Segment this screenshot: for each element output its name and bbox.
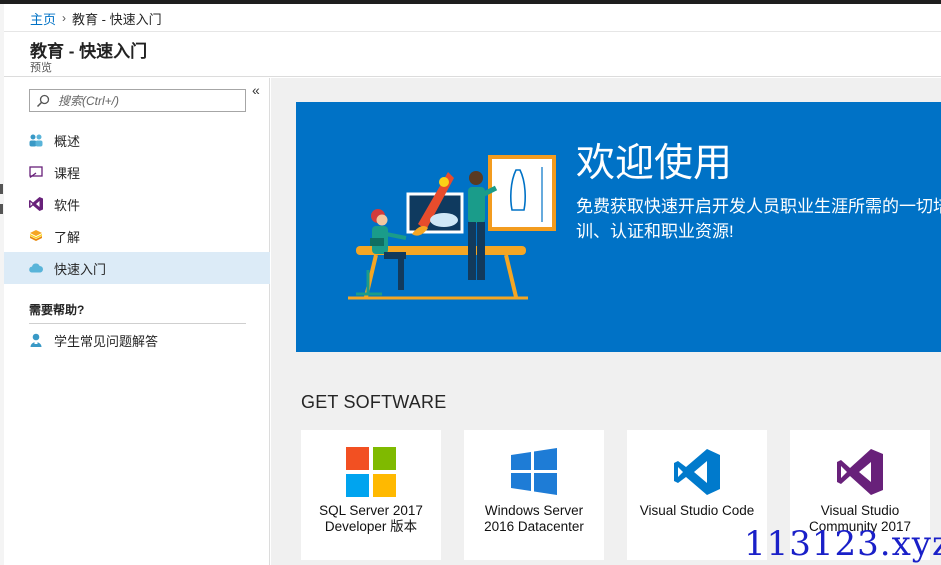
people-icon bbox=[28, 132, 44, 148]
visual-studio-logo-icon bbox=[837, 449, 883, 495]
software-card-line1: Visual Studio Code bbox=[639, 503, 755, 518]
sidebar-item-label: 软件 bbox=[54, 197, 81, 213]
edge-marker bbox=[0, 184, 3, 194]
software-card-windows-server[interactable]: Windows Server 2016 Datacenter bbox=[464, 430, 604, 560]
main-content: 欢迎使用 免费获取快速开启开发人员职业生涯所需的一切培训、认证和职业资源! GE… bbox=[271, 78, 941, 565]
sidebar-item-overview[interactable]: 概述 bbox=[4, 124, 270, 156]
developer-illustration bbox=[348, 155, 556, 300]
sidebar-item-quickstart[interactable]: 快速入门 bbox=[4, 252, 270, 284]
software-card-line1: Windows Server bbox=[484, 503, 584, 518]
user-help-icon bbox=[28, 332, 44, 348]
top-frame-bar bbox=[0, 0, 941, 4]
breadcrumb: 主页 › 教育 - 快速入门 bbox=[30, 9, 162, 28]
sql-server-logo-icon bbox=[346, 447, 396, 497]
page-subtitle: 预览 bbox=[30, 62, 52, 74]
software-card-label: SQL Server 2017 Developer 版本 bbox=[305, 503, 437, 535]
software-card-label: Windows Server 2016 Datacenter bbox=[468, 503, 600, 535]
breadcrumb-separator: › bbox=[62, 11, 67, 25]
book-stack-icon bbox=[28, 228, 44, 244]
software-card-line1: Visual Studio bbox=[820, 503, 900, 518]
sidebar: « 概述 课程 软件 了解 bbox=[4, 78, 270, 565]
sidebar-item-label: 了解 bbox=[54, 229, 81, 245]
sidebar-item-learn[interactable]: 了解 bbox=[4, 220, 270, 252]
sidebar-item-software[interactable]: 软件 bbox=[4, 188, 270, 220]
windows-logo-icon bbox=[511, 448, 557, 495]
breadcrumb-home-link[interactable]: 主页 bbox=[30, 9, 56, 28]
software-card-label: Visual Studio Code bbox=[631, 503, 763, 519]
blade-header: 教育 - 快速入门 预览 bbox=[4, 31, 941, 77]
watermark-text: 113123.xyz bbox=[744, 524, 941, 564]
collapse-sidebar-icon[interactable]: « bbox=[252, 82, 260, 98]
banner-title: 欢迎使用 bbox=[576, 142, 733, 185]
visual-studio-icon bbox=[28, 196, 44, 212]
software-card-sql-server[interactable]: SQL Server 2017 Developer 版本 bbox=[301, 430, 441, 560]
sidebar-nav: 概述 课程 软件 了解 快速入门 bbox=[4, 124, 270, 284]
sidebar-item-courses[interactable]: 课程 bbox=[4, 156, 270, 188]
search-icon bbox=[36, 94, 50, 107]
sidebar-item-label: 快速入门 bbox=[54, 261, 107, 277]
edge-marker bbox=[0, 204, 3, 214]
welcome-banner: 欢迎使用 免费获取快速开启开发人员职业生涯所需的一切培训、认证和职业资源! bbox=[296, 102, 941, 352]
cloud-icon bbox=[28, 260, 44, 276]
banner-description: 免费获取快速开启开发人员职业生涯所需的一切培训、认证和职业资源! bbox=[576, 197, 941, 241]
software-card-line2: 2016 Datacenter bbox=[484, 519, 584, 534]
software-card-line1: SQL Server 2017 bbox=[319, 503, 423, 518]
help-nav: 学生常见问题解答 bbox=[4, 324, 270, 356]
sidebar-item-label: 概述 bbox=[54, 133, 81, 149]
search-input[interactable] bbox=[58, 93, 238, 108]
get-software-title: GET SOFTWARE bbox=[301, 392, 447, 412]
search-box[interactable] bbox=[29, 89, 246, 112]
breadcrumb-current: 教育 - 快速入门 bbox=[72, 11, 162, 27]
sidebar-item-label: 学生常见问题解答 bbox=[54, 333, 159, 349]
software-card-line2: Developer 版本 bbox=[324, 519, 418, 534]
course-icon bbox=[28, 164, 44, 180]
sidebar-item-label: 课程 bbox=[54, 165, 81, 181]
help-section-title: 需要帮助? bbox=[29, 303, 85, 317]
sidebar-item-student-faq[interactable]: 学生常见问题解答 bbox=[4, 324, 270, 356]
vscode-logo-icon bbox=[674, 449, 720, 495]
